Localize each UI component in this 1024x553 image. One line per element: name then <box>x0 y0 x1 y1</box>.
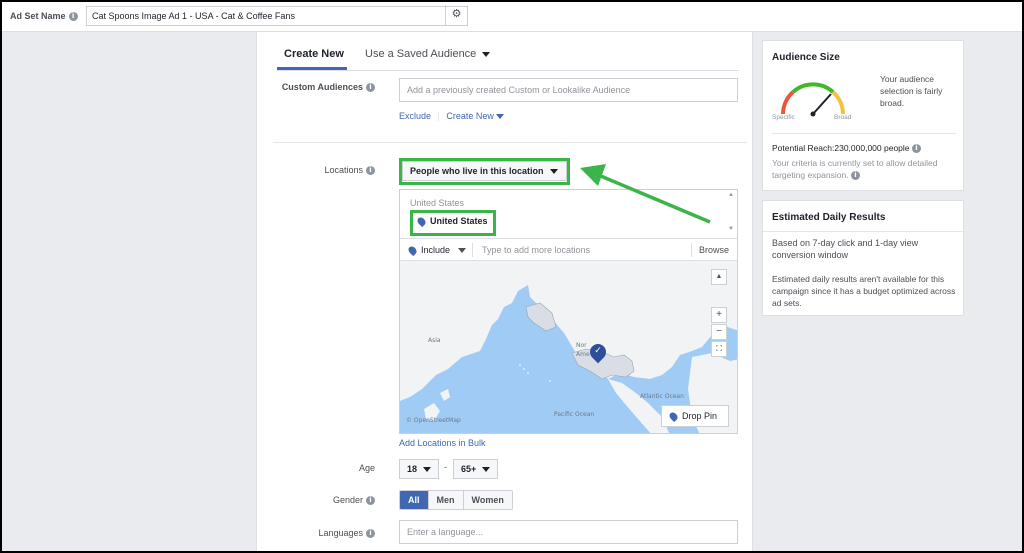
add-locations-bulk-link[interactable]: Add Locations in Bulk <box>399 438 486 448</box>
include-dropdown[interactable]: Include <box>406 244 467 257</box>
caret-down-icon <box>423 467 432 473</box>
gender-label: Gender <box>332 495 363 505</box>
map-label-atlantic: Atlantic Ocean <box>640 393 684 400</box>
highlight-box-location-type <box>399 158 570 185</box>
scroll-down-arrow-icon[interactable]: ▼ <box>728 226 734 232</box>
tabs-divider <box>277 70 739 71</box>
tab-use-saved-label: Use a Saved Audience <box>365 48 477 60</box>
daily-results-title: Estimated Daily Results <box>772 212 886 223</box>
info-icon[interactable]: i <box>366 496 375 506</box>
exclude-link[interactable]: Exclude <box>399 111 431 121</box>
gender-men-button[interactable]: Men <box>428 491 464 509</box>
location-country-header: United States <box>410 198 465 208</box>
tab-create-new[interactable]: Create New <box>284 48 344 60</box>
create-new-label: Create New <box>446 111 494 121</box>
age-dash: - <box>444 462 447 472</box>
drop-pin-button[interactable]: Drop Pin <box>661 405 729 427</box>
drop-pin-label: Drop Pin <box>682 411 718 421</box>
gauge-low-label: Specific <box>772 114 795 121</box>
info-icon[interactable]: i <box>68 12 78 22</box>
include-label: Include <box>421 245 451 255</box>
info-icon[interactable]: i <box>911 144 921 154</box>
link-separator: | <box>437 111 440 121</box>
map-collapse-icon[interactable]: ▲ <box>711 269 727 285</box>
browse-button[interactable]: Browse <box>699 245 729 255</box>
include-row: Include Type to add more locations Brows… <box>400 239 737 261</box>
info-icon[interactable]: i <box>366 83 375 93</box>
zoom-in-button[interactable]: + <box>711 307 727 323</box>
map-label-pacific: Pacific Ocean <box>554 411 595 418</box>
map-label-asia: Asia <box>428 337 441 344</box>
custom-audience-actions: Exclude | Create New <box>399 111 505 121</box>
ad-set-name-label-row: Ad Set Name i <box>10 11 78 22</box>
ad-set-name-input[interactable]: Cat Spoons Image Ad 1 - USA - Cat & Coff… <box>86 6 468 26</box>
ad-set-name-value: Cat Spoons Image Ad 1 - USA - Cat & Coff… <box>92 11 295 21</box>
highlight-box-selected-location <box>410 210 496 236</box>
info-icon[interactable]: i <box>366 529 375 539</box>
location-pin-icon <box>406 244 419 257</box>
create-new-link[interactable]: Create New <box>446 111 505 121</box>
include-separator <box>472 243 473 257</box>
age-min-value: 18 <box>407 464 418 474</box>
gender-label-row: Gender i <box>332 495 375 506</box>
caret-down-icon <box>458 248 467 254</box>
map-credit: © OpenStreetMap <box>406 417 461 424</box>
audience-description: Your audience selection is fairly broad. <box>880 74 943 108</box>
potential-reach-text: Potential Reach:230,000,000 people <box>772 143 910 153</box>
zoom-out-button[interactable]: − <box>711 324 727 340</box>
tab-use-saved-audience[interactable]: Use a Saved Audience <box>365 48 491 60</box>
card-divider <box>772 133 956 134</box>
section-divider <box>273 142 747 143</box>
criteria-note-row: Your criteria is currently set to allow … <box>772 157 957 181</box>
checkmark-icon: ✓ <box>594 346 602 356</box>
age-max-dropdown[interactable]: 65+ <box>453 459 499 479</box>
audience-size-title: Audience Size <box>772 52 840 63</box>
language-input[interactable]: Enter a language... <box>399 520 738 544</box>
ad-set-name-label: Ad Set Name <box>10 11 66 21</box>
card-divider <box>763 231 963 232</box>
audience-size-card: Audience Size Specific Broad Your audien… <box>762 40 964 191</box>
daily-results-note: Estimated daily results aren't available… <box>772 274 956 308</box>
audience-panel: Create New Use a Saved Audience Custom A… <box>256 32 753 553</box>
languages-label-row: Languages i <box>318 528 375 539</box>
daily-results-card: Estimated Daily Results Based on 7-day c… <box>762 200 964 316</box>
gauge-high-label: Broad <box>834 114 852 121</box>
gender-all-button[interactable]: All <box>400 491 429 509</box>
age-min-dropdown[interactable]: 18 <box>399 459 440 479</box>
info-icon[interactable]: i <box>850 171 860 181</box>
language-placeholder: Enter a language... <box>407 527 484 537</box>
locations-label: Locations <box>324 165 363 175</box>
pin-icon <box>667 410 680 423</box>
browse-separator <box>691 243 692 257</box>
fullscreen-icon[interactable]: ⛶ <box>711 341 727 357</box>
caret-down-icon <box>482 467 491 473</box>
gender-selector: All Men Women <box>399 490 513 510</box>
languages-label: Languages <box>318 528 363 538</box>
custom-audiences-label-row: Custom Audiences i <box>281 82 375 93</box>
location-map[interactable]: Asia Nor Ame Atlantic Ocean Pacific Ocea… <box>400 261 737 433</box>
annotation-arrow-icon <box>580 164 711 224</box>
custom-audiences-label: Custom Audiences <box>281 82 363 92</box>
caret-down-icon <box>482 51 491 57</box>
gender-women-button[interactable]: Women <box>463 491 512 509</box>
age-max-value: 65+ <box>461 464 477 474</box>
ad-set-name-bar: Ad Set Name i Cat Spoons Image Ad 1 - USA… <box>2 2 1022 32</box>
age-label: Age <box>358 463 375 473</box>
custom-audience-input[interactable]: Add a previously created Custom or Looka… <box>399 78 738 102</box>
locations-label-row: Locations i <box>324 165 375 176</box>
add-location-input[interactable]: Type to add more locations <box>482 245 590 255</box>
caret-down-icon <box>496 114 505 120</box>
daily-results-basis: Based on 7-day click and 1-day view conv… <box>772 238 919 260</box>
custom-audience-placeholder: Add a previously created Custom or Looka… <box>407 85 631 95</box>
scroll-up-arrow-icon[interactable]: ▲ <box>728 192 734 198</box>
gear-icon[interactable]: ⚙ <box>445 5 467 25</box>
potential-reach-row: Potential Reach:230,000,000 people i <box>772 142 921 154</box>
age-label-row: Age <box>359 463 375 473</box>
info-icon[interactable]: i <box>366 166 375 176</box>
